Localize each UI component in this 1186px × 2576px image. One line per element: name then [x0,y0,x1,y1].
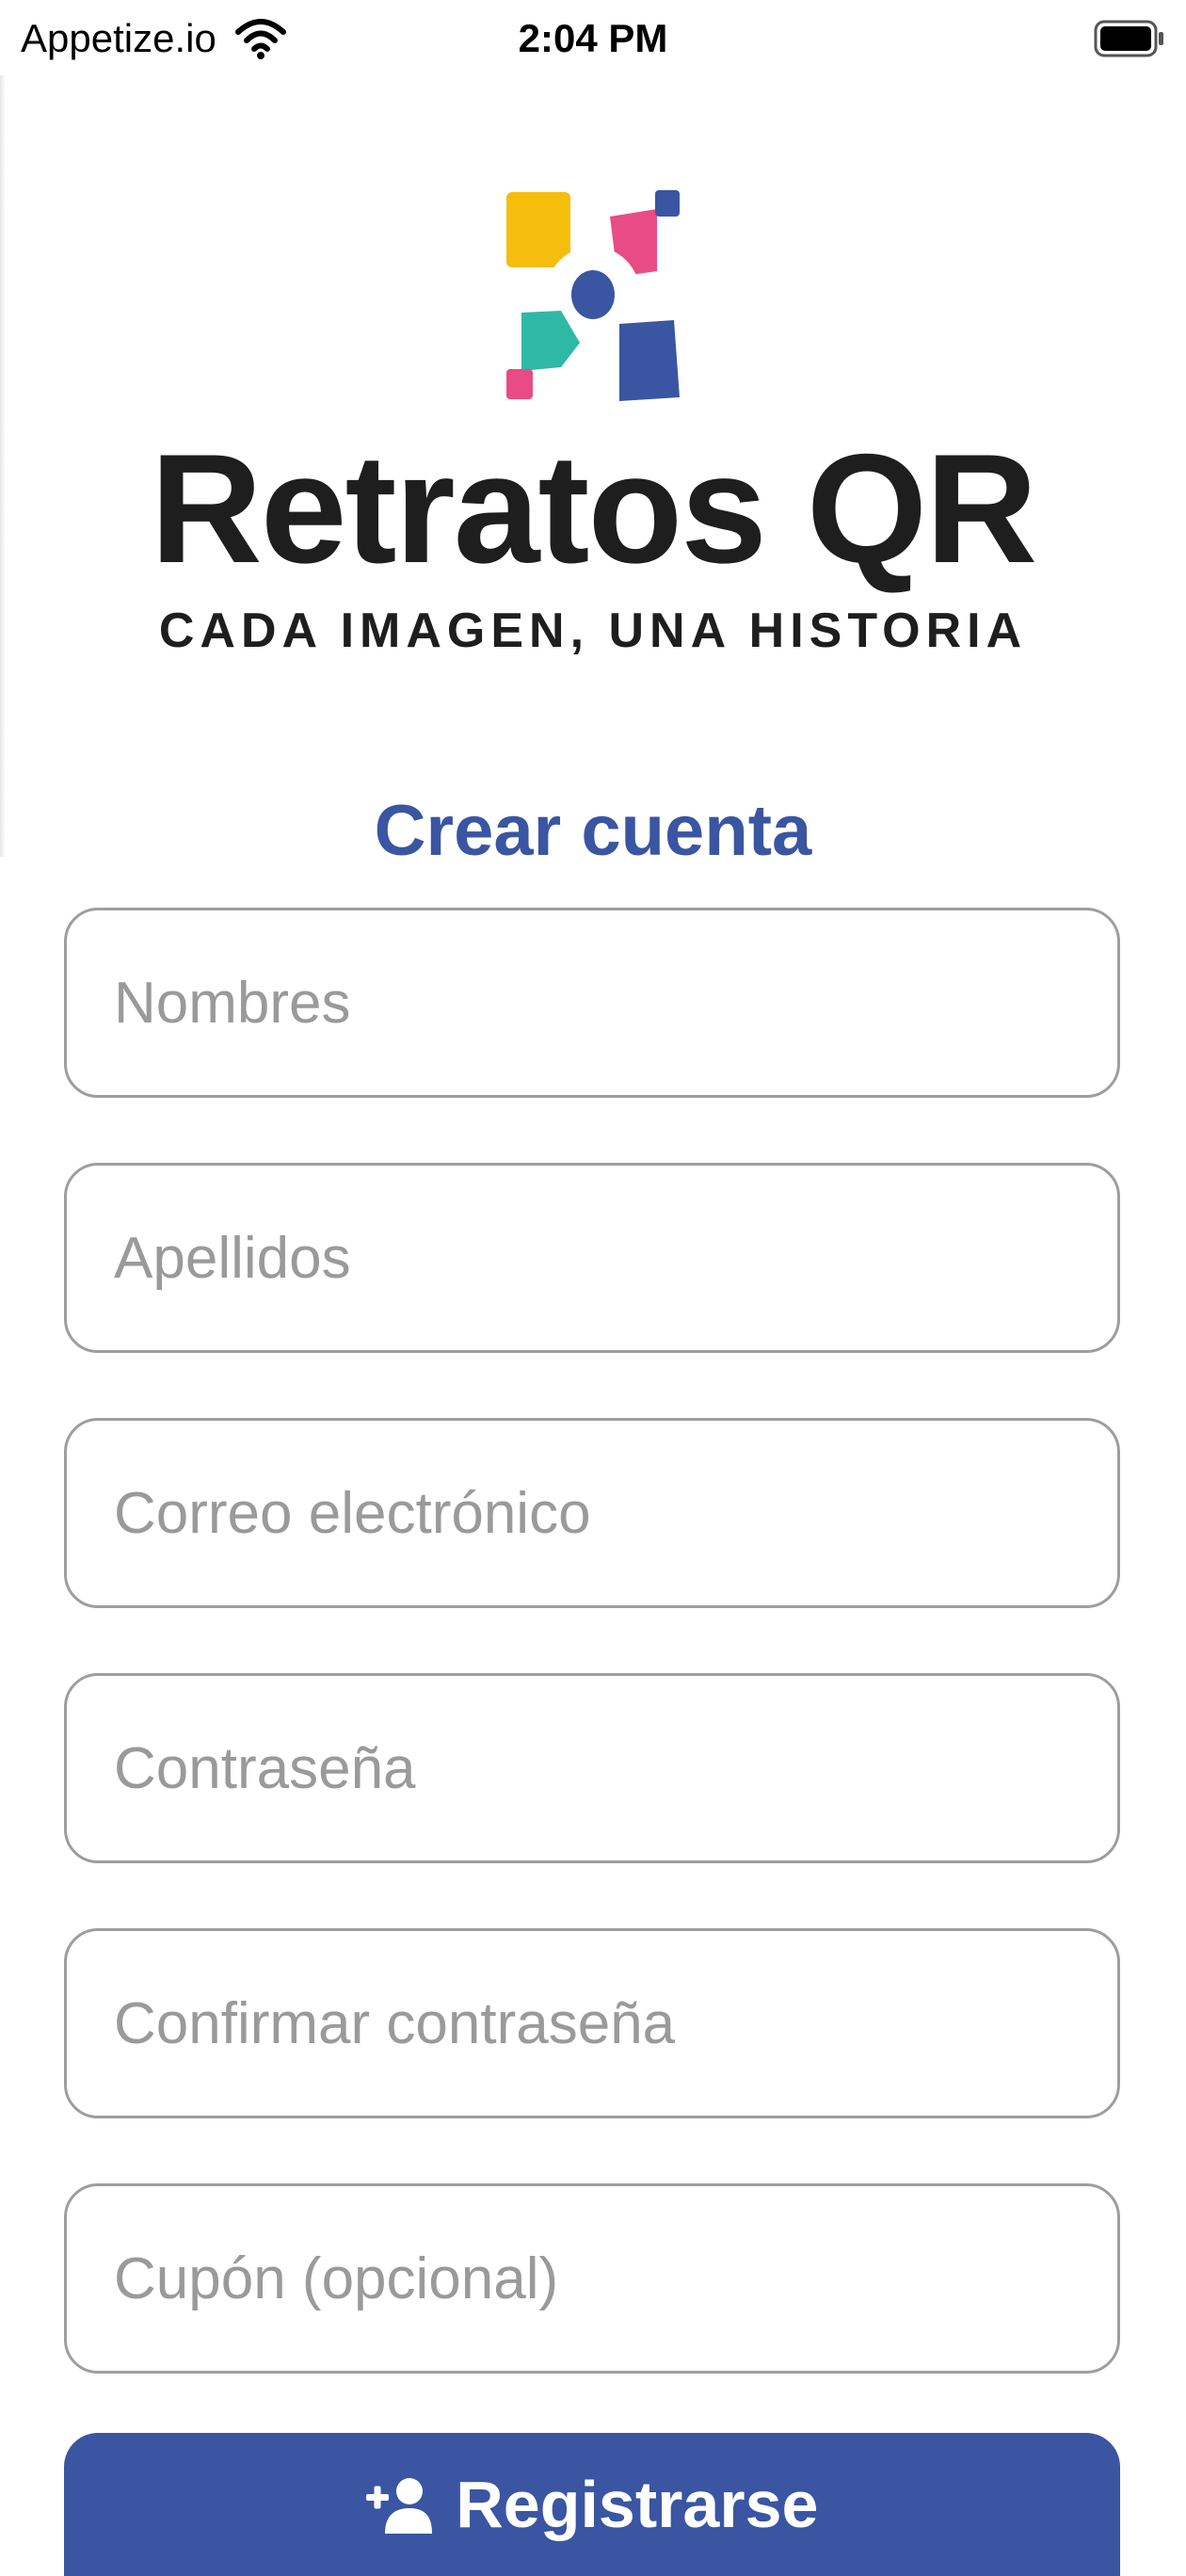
add-user-icon [365,2478,432,2534]
brand-tagline: CADA IMAGEN, UNA HISTORIA [158,604,1028,658]
status-time: 2:04 PM [518,16,668,60]
register-button-content: Registrarse [64,2467,1120,2542]
password-field[interactable] [64,1673,1120,1863]
email-field[interactable] [64,1418,1120,1608]
confirm-password-field[interactable] [64,1928,1120,2118]
battery-icon [1094,20,1163,57]
retratos-qr-logo-icon [506,190,680,401]
apellidos-field[interactable] [64,1163,1120,1353]
nombres-field[interactable] [64,908,1120,1098]
page-title: Crear cuenta [374,791,812,871]
status-bar: Appetize.io 2:04 PM [0,0,1186,81]
register-screen: Appetize.io 2:04 PM Retratos QR CADA IMA… [0,0,1186,2576]
brand-name: Retratos QR [150,422,1038,595]
register-button-label: Registrarse [456,2468,819,2541]
coupon-field[interactable] [64,2183,1120,2374]
register-button[interactable]: Registrarse [64,2433,1120,2576]
